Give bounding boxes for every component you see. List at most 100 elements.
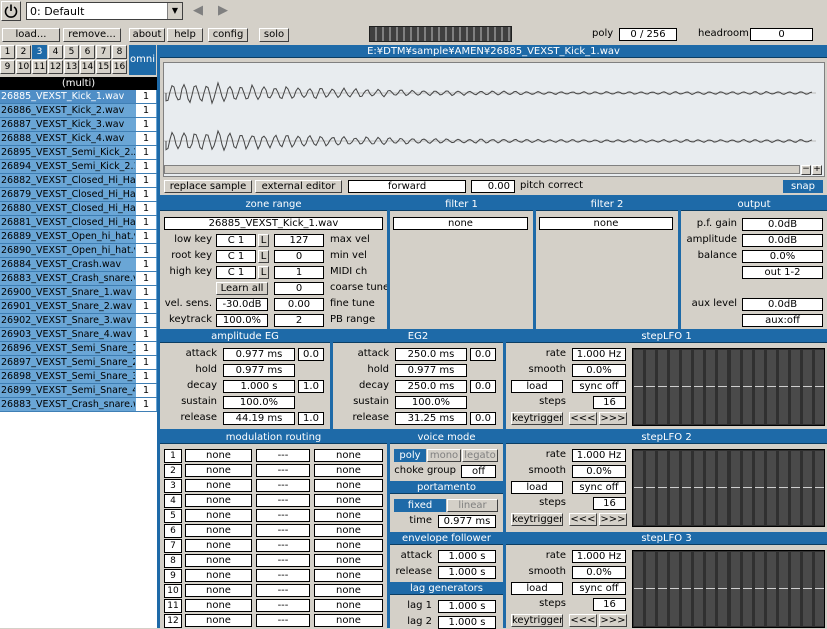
lfo-step-bar[interactable]	[790, 350, 800, 424]
min-vel-field[interactable]: 0	[274, 250, 324, 263]
lfo-step-bar[interactable]	[658, 552, 668, 626]
lfo-next-button[interactable]: >>>	[599, 412, 627, 425]
lfo-step-bar[interactable]	[814, 552, 824, 626]
eg2-decay-field[interactable]: 250.0 ms	[395, 380, 467, 393]
modulation-source-field[interactable]: none	[185, 599, 252, 612]
lfo-step-bar[interactable]	[706, 451, 716, 525]
modulation-destination-field[interactable]: none	[314, 539, 383, 552]
lfo-step-bar[interactable]	[778, 552, 788, 626]
sample-list-item[interactable]: 26900_VEXST_Snare_1.wav 1	[0, 286, 157, 300]
modulation-source-field[interactable]: none	[185, 584, 252, 597]
sample-list-item[interactable]: 26883_VEXST_Crash_snare.v 1	[0, 272, 157, 286]
root-key-field[interactable]: C 1	[216, 250, 256, 263]
next-arrow-icon[interactable]: ▶	[218, 3, 228, 18]
lfo-smooth-field[interactable]: 0.0%	[572, 364, 626, 377]
part-button-4[interactable]: 4	[48, 45, 63, 59]
pb-range-field[interactable]: 2	[274, 314, 324, 327]
sample-list-item[interactable]: 26889_VEXST_Open_hi_hat.v 1	[0, 230, 157, 244]
modulation-destination-field[interactable]: none	[314, 449, 383, 462]
filter-2-type[interactable]: none	[539, 217, 673, 230]
external-editor-button[interactable]: external editor	[255, 180, 342, 193]
modulation-source-field[interactable]: none	[185, 569, 252, 582]
amp-attack-field[interactable]: 0.977 ms	[223, 348, 295, 361]
lfo-rate-field[interactable]: 1.000 Hz	[572, 348, 626, 361]
modulation-destination-field[interactable]: none	[314, 599, 383, 612]
modulation-source-field[interactable]: none	[185, 494, 252, 507]
lfo-rate-field[interactable]: 1.000 Hz	[572, 550, 626, 563]
portamento-linear-button[interactable]: linear	[447, 499, 498, 512]
modulation-amount-field[interactable]: ---	[256, 569, 310, 582]
lfo-step-bar[interactable]	[718, 451, 728, 525]
lfo-step-grid[interactable]	[632, 449, 825, 527]
filter-1-type[interactable]: none	[393, 217, 528, 230]
sample-list-item[interactable]: 26884_VEXST_Crash.wav 1	[0, 258, 157, 272]
waveform-display[interactable]: − +	[163, 62, 825, 177]
eg2-attack-field[interactable]: 250.0 ms	[395, 348, 467, 361]
eg2-release-curve[interactable]: 0.0	[470, 412, 496, 425]
lfo-smooth-field[interactable]: 0.0%	[572, 465, 626, 478]
sample-list-item[interactable]: 26902_VEXST_Snare_3.wav 1	[0, 314, 157, 328]
aux-routing-field[interactable]: aux:off	[742, 314, 823, 327]
amp-release-field[interactable]: 44.19 ms	[223, 412, 295, 425]
lfo-keytrigger-button[interactable]: keytrigger	[511, 412, 563, 425]
eg2-release-field[interactable]: 31.25 ms	[395, 412, 467, 425]
root-key-learn-button[interactable]: L	[258, 250, 269, 263]
modulation-destination-field[interactable]: none	[314, 494, 383, 507]
lfo-step-bar[interactable]	[766, 350, 776, 424]
modulation-source-field[interactable]: none	[185, 449, 252, 462]
lfo-step-bar[interactable]	[730, 552, 740, 626]
lfo-steps-field[interactable]: 16	[593, 598, 626, 611]
modulation-source-field[interactable]: none	[185, 614, 252, 627]
lfo-smooth-field[interactable]: 0.0%	[572, 566, 626, 579]
modulation-destination-field[interactable]: none	[314, 584, 383, 597]
part-button-9[interactable]: 9	[0, 60, 15, 74]
sample-list-item[interactable]: 26901_VEXST_Snare_2.wav 1	[0, 300, 157, 314]
voice-mono-button[interactable]: mono	[427, 449, 461, 462]
lfo-step-bar[interactable]	[706, 350, 716, 424]
lfo-prev-button[interactable]: <<<	[569, 614, 597, 627]
amp-release-curve[interactable]: 1.0	[298, 412, 324, 425]
lfo-load-button[interactable]: load	[511, 481, 563, 494]
part-button-13[interactable]: 13	[64, 60, 79, 74]
lfo-next-button[interactable]: >>>	[599, 513, 627, 526]
lag-1-field[interactable]: 1.000 s	[438, 600, 496, 613]
midi-ch-field[interactable]: 1	[274, 266, 324, 279]
high-key-field[interactable]: C 1	[216, 266, 256, 279]
lag-2-field[interactable]: 1.000 s	[438, 616, 496, 629]
sample-list-item[interactable]: 26883_VEXST_Crash_snare.w 1	[0, 398, 157, 412]
modulation-amount-field[interactable]: ---	[256, 524, 310, 537]
lfo-prev-button[interactable]: <<<	[569, 412, 597, 425]
lfo-next-button[interactable]: >>>	[599, 614, 627, 627]
aux-level-field[interactable]: 0.0dB	[742, 298, 823, 311]
sample-list-item[interactable]: 26881_VEXST_Closed_Hi_Hat 1	[0, 216, 157, 230]
modulation-source-field[interactable]: none	[185, 509, 252, 522]
part-button-2[interactable]: 2	[16, 45, 31, 59]
low-key-learn-button[interactable]: L	[258, 234, 269, 247]
replace-sample-button[interactable]: replace sample	[164, 180, 252, 193]
modulation-destination-field[interactable]: none	[314, 614, 383, 627]
sample-list-item[interactable]: 26896_VEXST_Semi_Snare_1 1	[0, 342, 157, 356]
prev-arrow-icon[interactable]: ◀	[193, 3, 203, 18]
lfo-step-bar[interactable]	[730, 451, 740, 525]
lfo-step-bar[interactable]	[754, 350, 764, 424]
keytrack-field[interactable]: 100.0%	[216, 314, 268, 327]
modulation-amount-field[interactable]: ---	[256, 554, 310, 567]
voice-poly-button[interactable]: poly	[394, 449, 426, 462]
modulation-destination-field[interactable]: none	[314, 554, 383, 567]
lfo-step-bar[interactable]	[814, 350, 824, 424]
modulation-destination-field[interactable]: none	[314, 569, 383, 582]
lfo-step-bar[interactable]	[730, 350, 740, 424]
lfo-step-bar[interactable]	[658, 350, 668, 424]
sample-list-item[interactable]: 26882_VEXST_Closed_Hi_Hat 1	[0, 174, 157, 188]
lfo-keytrigger-button[interactable]: keytrigger	[511, 614, 563, 627]
lfo-step-bar[interactable]	[682, 552, 692, 626]
sample-list-item[interactable]: 26879_VEXST_Closed_Hi_Hat 1	[0, 188, 157, 202]
learn-all-button[interactable]: Learn all	[216, 282, 268, 295]
lfo-step-grid[interactable]	[632, 348, 825, 426]
zoom-in-button[interactable]: +	[812, 165, 822, 175]
lfo-step-bar[interactable]	[718, 350, 728, 424]
lfo-step-bar[interactable]	[766, 451, 776, 525]
portamento-fixed-button[interactable]: fixed	[394, 499, 446, 512]
lfo-sync-field[interactable]: sync off	[572, 481, 626, 494]
modulation-amount-field[interactable]: ---	[256, 614, 310, 627]
